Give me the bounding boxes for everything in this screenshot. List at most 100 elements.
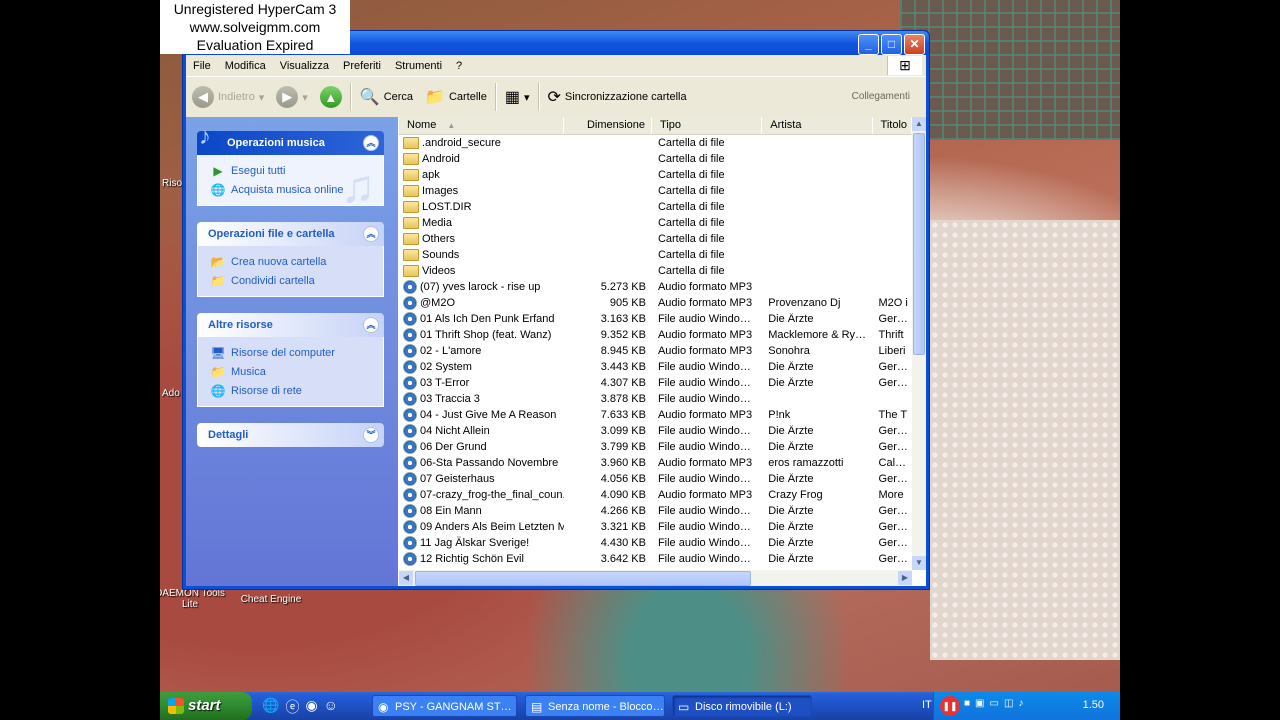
taskbar-task-chrome[interactable]: ◉ PSY - GANGNAM STYL...: [372, 695, 517, 717]
menu-tools[interactable]: Strumenti: [388, 60, 449, 72]
file-title: Geräu: [878, 361, 910, 373]
buy-music-link[interactable]: 🌐 Acquista musica online: [210, 180, 383, 199]
horizontal-scroll-thumb[interactable]: [415, 571, 751, 586]
close-button[interactable]: ✕: [904, 34, 925, 55]
messenger-icon[interactable]: ☺: [324, 697, 338, 717]
file-row[interactable]: Media Cartella di file: [399, 215, 912, 231]
views-button[interactable]: ▦ ▾: [499, 81, 536, 113]
file-row[interactable]: 06-Sta Passando Novembre 3.960 KB Audio fo…: [399, 455, 912, 471]
file-size: 4.307 KB: [600, 377, 646, 389]
chevron-up-icon[interactable]: ︽: [363, 226, 379, 242]
file-row[interactable]: .android_secure Cartella di file: [399, 135, 912, 151]
back-button[interactable]: ◀ Indietro ▾: [186, 81, 270, 113]
scroll-left-icon[interactable]: ◀: [399, 571, 413, 585]
forward-button[interactable]: ▶ ▾: [270, 81, 314, 113]
scroll-up-icon[interactable]: ▲: [912, 117, 926, 131]
desktop-icon-label[interactable]: Ado: [162, 388, 180, 399]
camera-icon[interactable]: ▣: [975, 698, 984, 709]
network-places-link[interactable]: 🌐 Risorse di rete: [210, 381, 383, 400]
file-type: File audio Windows ...: [657, 521, 763, 533]
file-row[interactable]: Videos Cartella di file: [399, 263, 912, 279]
minimize-button[interactable]: _: [858, 34, 879, 55]
globe-icon[interactable]: 🌐: [262, 697, 279, 717]
record-icon[interactable]: ❚❚: [940, 696, 960, 716]
file-row[interactable]: 11 Jag Älskar Sverige! 4.430 KB File audio…: [399, 535, 912, 551]
column-header-name[interactable]: Nome ▲: [399, 117, 565, 134]
my-computer-link[interactable]: 🖥 Risorse del computer: [210, 343, 383, 362]
scroll-right-icon[interactable]: ▶: [898, 571, 912, 585]
file-row[interactable]: (07) yves larock - rise up 5.273 KB Audio …: [399, 279, 912, 295]
details-header[interactable]: Dettagli ︾: [197, 423, 384, 447]
file-artist: Die Ärzte: [768, 537, 814, 549]
music-tasks-header[interactable]: ♪ Operazioni musica ︽: [197, 125, 384, 155]
folders-button[interactable]: 📁 Cartelle: [419, 81, 493, 113]
file-row[interactable]: 03 T-Error 4.307 KB File audio Windows ...…: [399, 375, 912, 391]
taskbar-task-removable-disk[interactable]: ▭ Disco rimovibile (L:): [672, 695, 812, 717]
file-row[interactable]: 09 Anders Als Beim Letzten Mal 3.321 KB Fi…: [399, 519, 912, 535]
file-title: The T: [878, 409, 908, 421]
file-row[interactable]: Others Cartella di file: [399, 231, 912, 247]
file-row[interactable]: 08 Ein Mann 4.266 KB File audio Windows ..…: [399, 503, 912, 519]
taskbar-task-notepad[interactable]: ▤ Senza nome - Blocco ...: [525, 695, 665, 717]
play-all-link[interactable]: ▶ Esegui tutti: [210, 161, 383, 180]
stop-icon[interactable]: ■: [964, 698, 970, 709]
internet-explorer-icon[interactable]: ⓔ: [285, 697, 299, 717]
file-tasks-header[interactable]: Operazioni file e cartella ︽: [197, 222, 384, 246]
menu-view[interactable]: Visualizza: [273, 60, 336, 72]
file-row[interactable]: LOST.DIR Cartella di file: [399, 199, 912, 215]
file-row[interactable]: 02 - L'amore 8.945 KB Audio formato MP3 Son…: [399, 343, 912, 359]
file-row[interactable]: @M2O 905 KB Audio formato MP3 Provenzano Dj…: [399, 295, 912, 311]
file-row[interactable]: 03 Traccia 3 3.878 KB File audio Windows .…: [399, 391, 912, 407]
menu-file[interactable]: File: [186, 60, 218, 72]
desktop-icon-daemon-tools[interactable]: DAEMON Tools Lite: [160, 588, 226, 610]
file-row[interactable]: 12 Richtig Schön Evil 3.642 KB File audio …: [399, 551, 912, 567]
file-name: 06 Der Grund: [420, 441, 487, 453]
up-folder-button[interactable]: ▲: [314, 81, 348, 113]
file-row[interactable]: 02 System 3.443 KB File audio Windows ... D…: [399, 359, 912, 375]
menu-favorites[interactable]: Preferiti: [336, 60, 388, 72]
menu-edit[interactable]: Modifica: [218, 60, 273, 72]
music-folder-link[interactable]: 📁 Musica: [210, 362, 383, 381]
search-button[interactable]: 🔍 Cerca: [354, 81, 419, 113]
file-row[interactable]: 01 Thrift Shop (feat. Wanz) 9.352 KB Audio…: [399, 327, 912, 343]
vertical-scroll-thumb[interactable]: [913, 133, 925, 355]
desktop-icon-label[interactable]: Riso: [162, 178, 182, 189]
scroll-down-icon[interactable]: ▼: [912, 556, 926, 570]
file-row[interactable]: 06 Der Grund 3.799 KB File audio Windows .…: [399, 439, 912, 455]
file-row[interactable]: 04 - Just Give Me A Reason 7.633 KB Audio …: [399, 407, 912, 423]
chrome-icon[interactable]: ◉: [305, 697, 317, 717]
chevron-up-icon[interactable]: ︽: [363, 135, 379, 151]
file-row[interactable]: 07-crazy_frog-the_final_coun... 4.090 KB A…: [399, 487, 912, 503]
links-toolbar[interactable]: Collegamenti: [852, 91, 910, 102]
screen-icon[interactable]: ▭: [990, 698, 999, 709]
network-tray-icon[interactable]: ◫: [1004, 698, 1013, 709]
column-header-artist[interactable]: Artista: [762, 117, 873, 134]
chevron-down-icon[interactable]: ︾: [363, 427, 379, 443]
start-button[interactable]: start: [160, 692, 252, 720]
link-label: Risorse di rete: [231, 384, 302, 397]
column-header-size[interactable]: Dimensione: [564, 117, 653, 134]
vertical-scrollbar[interactable]: ▲ ▼: [912, 117, 926, 570]
chevron-up-icon[interactable]: ︽: [363, 317, 379, 333]
system-tray: IT ❚❚ ■ ▣ ▭ ◫ ♪ 1.50: [922, 692, 1120, 720]
sync-folder-button[interactable]: ⟳ Sincronizzazione cartella: [542, 81, 693, 113]
column-header-title[interactable]: Titolo: [873, 117, 912, 134]
file-row[interactable]: Sounds Cartella di file: [399, 247, 912, 263]
volume-icon[interactable]: ♪: [1018, 698, 1023, 709]
new-folder-link[interactable]: 📂 Crea nuova cartella: [210, 252, 383, 271]
share-folder-link[interactable]: 📁 Condividi cartella: [210, 271, 383, 290]
file-row[interactable]: apk Cartella di file: [399, 167, 912, 183]
file-row[interactable]: 07 Geisterhaus 4.056 KB File audio Windows…: [399, 471, 912, 487]
panel-title: Dettagli: [208, 429, 249, 441]
file-row[interactable]: Images Cartella di file: [399, 183, 912, 199]
file-row[interactable]: Android Cartella di file: [399, 151, 912, 167]
menu-help[interactable]: ?: [449, 60, 469, 72]
language-indicator[interactable]: IT: [922, 699, 932, 711]
file-row[interactable]: 01 Als Ich Den Punk Erfand 3.163 KB File a…: [399, 311, 912, 327]
horizontal-scrollbar[interactable]: ◀ ▶: [399, 570, 912, 586]
maximize-button[interactable]: □: [881, 34, 902, 55]
desktop-icon-cheat-engine[interactable]: Cheat Engine: [236, 594, 306, 605]
other-places-header[interactable]: Altre risorse ︽: [197, 313, 384, 337]
column-header-type[interactable]: Tipo: [652, 117, 763, 134]
file-row[interactable]: 04 Nicht Allein 3.099 KB File audio Window…: [399, 423, 912, 439]
